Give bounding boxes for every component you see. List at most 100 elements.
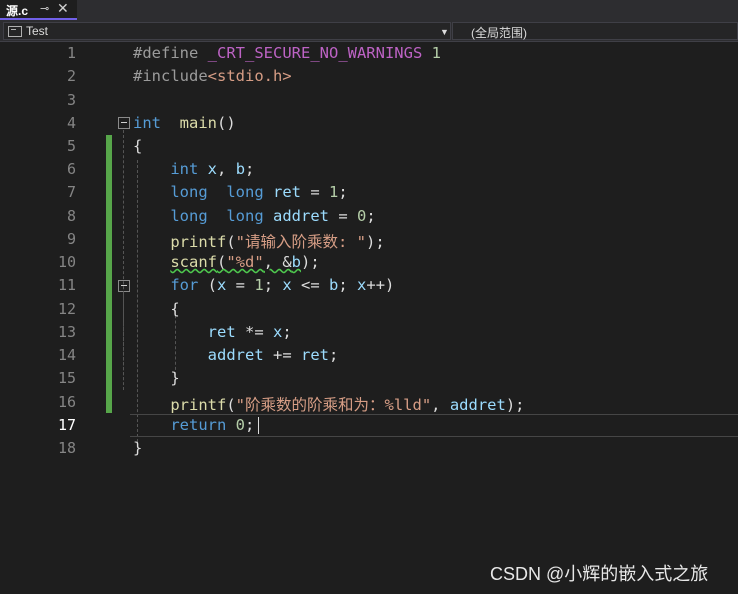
variable: b [235, 160, 246, 178]
line-number: 13 [57, 323, 76, 341]
operator: ++) [366, 276, 395, 294]
line-number: 10 [57, 253, 76, 271]
number-literal: 0 [235, 416, 246, 434]
brace: } [170, 369, 180, 387]
line-number: 15 [57, 369, 76, 387]
variable: ret [300, 346, 329, 364]
line-number: 5 [66, 137, 76, 155]
document-tab-bar: 源.c ⊸ ✕ [0, 0, 738, 20]
variable: x [357, 276, 367, 294]
punctuation: , [217, 160, 236, 178]
keyword: long [170, 207, 208, 225]
project-name: Test [26, 24, 49, 38]
pin-icon[interactable]: ⊸ [40, 2, 49, 15]
brace: { [170, 300, 180, 318]
include-header: <stdio.h> [207, 67, 292, 85]
line-number: 1 [66, 44, 76, 62]
punctuation: ); [505, 396, 525, 414]
code-line-11: for (x = 1; x <= b; x++) [133, 276, 394, 294]
string-literal: "请输入阶乘数: " [235, 233, 366, 251]
punctuation: ; [328, 346, 339, 364]
line-number: 4 [66, 114, 76, 132]
code-line-6: int x, b; [133, 160, 254, 178]
variable: b [329, 276, 339, 294]
line-number: 14 [57, 346, 76, 364]
code-line-15: } [133, 369, 180, 387]
operator: += [263, 346, 301, 364]
collapse-icon[interactable] [118, 280, 130, 292]
code-line-16: printf("阶乘数的阶乘和为：%lld", addret); [133, 393, 525, 415]
variable: b [291, 253, 302, 271]
brace: } [133, 439, 143, 457]
outline-guide [123, 294, 124, 390]
preprocessor-keyword: #include [133, 67, 208, 85]
line-number: 18 [57, 439, 76, 457]
punctuation: ( [226, 233, 236, 251]
keyword: int [133, 114, 161, 132]
line-number-current: 17 [57, 416, 76, 434]
variable: addret [449, 396, 506, 414]
line-number: 3 [66, 91, 76, 109]
scope-name: (全局范围) [471, 26, 527, 40]
project-dropdown[interactable]: Test ▼ [3, 22, 451, 40]
line-number: 16 [57, 393, 76, 411]
punctuation: ; [245, 416, 255, 434]
punctuation: ( [217, 253, 227, 271]
keyword: for [170, 276, 199, 294]
scope-dropdown[interactable]: (全局范围) [452, 22, 738, 40]
variable: x [207, 160, 218, 178]
variable: addret [273, 207, 329, 225]
number-literal: 1 [329, 183, 339, 201]
project-icon [8, 26, 22, 37]
punctuation: ; [282, 323, 292, 341]
function-name: scanf [170, 253, 217, 271]
string-literal: "阶乘数的阶乘和为：%lld" [235, 396, 432, 414]
punctuation: ; [338, 183, 348, 201]
code-line-12: { [133, 300, 180, 318]
line-number: 6 [66, 160, 76, 178]
line-number: 7 [66, 183, 76, 201]
code-line-10: scanf("%d", &b); [133, 253, 320, 271]
warning-squiggle[interactable]: scanf("%d", &b [170, 253, 301, 271]
operator: = [226, 276, 255, 294]
function-name: main [179, 114, 217, 132]
code-line-13: ret *= x; [133, 323, 292, 341]
punctuation: ( [226, 396, 236, 414]
chevron-down-icon: ▼ [440, 27, 449, 37]
variable: x [282, 276, 292, 294]
code-line-2: #include<stdio.h> [133, 67, 292, 85]
code-line-5: { [133, 137, 142, 155]
number-literal: 0 [357, 207, 367, 225]
collapse-icon[interactable] [118, 117, 130, 129]
preprocessor-keyword: #define [133, 44, 199, 62]
line-number: 12 [57, 300, 76, 318]
punctuation: ( [198, 276, 217, 294]
line-number: 9 [66, 230, 76, 248]
function-name: printf [170, 233, 227, 251]
punctuation: ; [245, 160, 255, 178]
variable: x [272, 323, 283, 341]
punctuation: , & [263, 253, 292, 271]
operator: *= [235, 323, 273, 341]
line-number: 8 [66, 207, 76, 225]
text-caret [258, 417, 259, 434]
brace: { [133, 137, 143, 155]
punctuation: ); [301, 253, 320, 271]
close-icon[interactable]: ✕ [57, 0, 69, 17]
document-tab[interactable]: 源.c ⊸ ✕ [0, 0, 77, 20]
function-name: printf [170, 396, 227, 414]
number-literal: 1 [431, 44, 441, 62]
change-indicator-bar [106, 135, 112, 413]
keyword: return [170, 416, 227, 434]
variable: ret [273, 183, 301, 201]
variable: x [217, 276, 227, 294]
punctuation: () [217, 114, 236, 132]
variable: addret [207, 346, 264, 364]
code-line-1: #define _CRT_SECURE_NO_WARNINGS 1 [133, 44, 441, 62]
line-number: 2 [66, 67, 76, 85]
code-line-17: return 0; [133, 416, 254, 434]
keyword: int [170, 160, 199, 178]
code-line-14: addret += ret; [133, 346, 339, 364]
operator: = [301, 183, 329, 201]
keyword: long [170, 183, 208, 201]
